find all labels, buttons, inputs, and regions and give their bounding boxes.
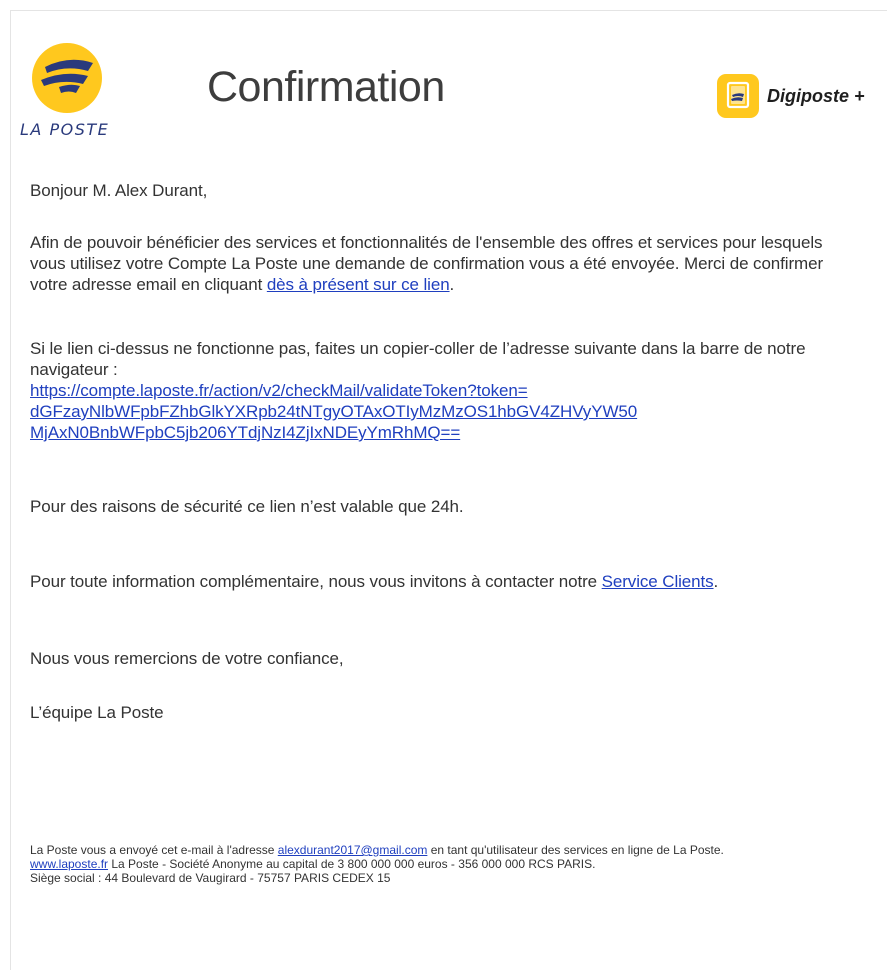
footer-prefix: La Poste vous a envoyé cet e-mail à l'ad… bbox=[30, 843, 278, 857]
thanks-text: Nous vous remercions de votre confiance, bbox=[30, 649, 344, 668]
email-footer: La Poste vous a envoyé cet e-mail à l'ad… bbox=[30, 843, 840, 885]
email-header: LA POSTE Confirmation Digiposte + bbox=[0, 0, 887, 165]
laposte-site-link[interactable]: www.laposte.fr bbox=[30, 857, 108, 871]
la-poste-logo: LA POSTE bbox=[20, 42, 140, 152]
footer-line-1: La Poste vous a envoyé cet e-mail à l'ad… bbox=[30, 843, 840, 857]
fallback-paragraph: Si le lien ci-dessus ne fonctionne pas, … bbox=[30, 338, 845, 443]
footer-line-2: www.laposte.fr La Poste - Société Anonym… bbox=[30, 857, 840, 871]
greeting-text: Bonjour M. Alex Durant, bbox=[30, 181, 208, 200]
contact-paragraph: Pour toute information complémentaire, n… bbox=[30, 571, 860, 592]
company-info: La Poste - Société Anonyme au capital de… bbox=[108, 857, 596, 871]
digiposte-icon bbox=[717, 74, 759, 118]
validation-url-link[interactable]: https://compte.laposte.fr/action/v2/chec… bbox=[30, 380, 750, 443]
confirmation-paragraph: Afin de pouvoir bénéficier des services … bbox=[30, 232, 845, 295]
service-clients-link[interactable]: Service Clients bbox=[602, 572, 714, 591]
la-poste-logo-icon bbox=[32, 43, 102, 113]
page-title: Confirmation bbox=[207, 63, 445, 111]
confirmation-period: . bbox=[449, 275, 455, 294]
signature-text: L’équipe La Poste bbox=[30, 703, 164, 722]
validation-url-line-1: https://compte.laposte.fr/action/v2/chec… bbox=[30, 381, 528, 400]
digiposte-label: Digiposte + bbox=[767, 85, 865, 106]
la-poste-logo-text: LA POSTE bbox=[20, 120, 110, 139]
footer-suffix: en tant qu'utilisateur des services en l… bbox=[427, 843, 724, 857]
recipient-email-link[interactable]: alexdurant2017@gmail.com bbox=[278, 843, 428, 857]
footer-line-3: Siège social : 44 Boulevard de Vaugirard… bbox=[30, 871, 391, 885]
security-notice: Pour des raisons de sécurité ce lien n’e… bbox=[30, 497, 464, 516]
fallback-text: Si le lien ci-dessus ne fonctionne pas, … bbox=[30, 339, 806, 379]
contact-text: Pour toute information complémentaire, n… bbox=[30, 572, 602, 591]
validation-url-line-3: MjAxN0BnbWFpbC5jb206YTdjNzI4ZjIxNDEyYmRh… bbox=[30, 423, 461, 442]
confirm-link[interactable]: dès à présent sur ce lien bbox=[267, 275, 450, 294]
contact-period: . bbox=[713, 572, 719, 591]
digiposte-brand[interactable]: Digiposte + bbox=[717, 74, 865, 118]
validation-url-line-2: dGFzayNlbWFpbFZhbGlkYXRpb24tNTgyOTAxOTIy… bbox=[30, 402, 638, 421]
